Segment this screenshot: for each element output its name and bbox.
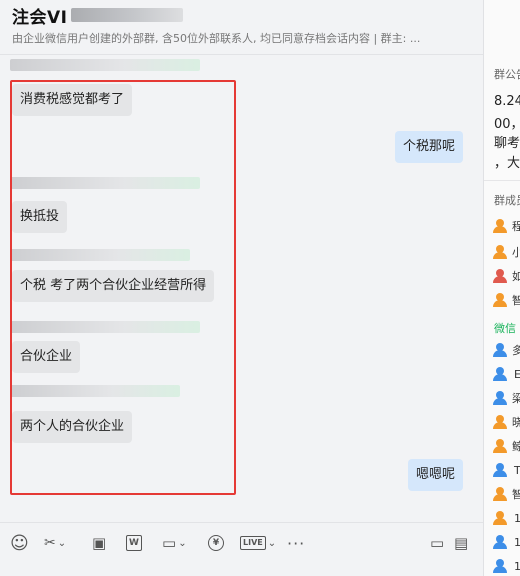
member-name: 鲸 — [512, 438, 520, 454]
message-bubble[interactable]: 个税那呢 — [395, 131, 464, 163]
member-item[interactable]: 多 — [493, 342, 520, 358]
title-row: 注会VI — [12, 3, 184, 28]
message-bubble[interactable]: 合伙企业 — [12, 341, 81, 373]
message-bubble[interactable]: 换抵投 — [12, 201, 68, 233]
user-icon — [493, 439, 507, 453]
member-item[interactable]: 程 — [493, 218, 520, 234]
member-item[interactable]: 梁 — [493, 390, 520, 406]
document-icon[interactable]: W — [126, 533, 142, 553]
blurred-title-suffix — [71, 8, 184, 22]
member-item[interactable]: 1 — [493, 534, 520, 550]
notice-line: 8.24 — [494, 94, 520, 109]
live-glyph: LIVE — [240, 536, 266, 550]
message-bubble[interactable]: 两个人的合伙企业 — [12, 411, 133, 443]
member-name: 1 — [514, 560, 520, 573]
member-item[interactable]: 晓 — [493, 414, 520, 430]
notice-line: ，大 — [494, 156, 520, 171]
group-subtitle: 由企业微信用户创建的外部群, 含50位外部联系人, 均已同意存档会话内容 | 群… — [12, 32, 421, 45]
member-item[interactable]: 1 — [493, 558, 520, 574]
input-toolbar: ☺ ✂ ⌄ ▣ W ▭ ⌄ ¥ LIVE ⌄ ··· ▭ ▤ — [0, 522, 483, 563]
scissors-icon: ✂ — [44, 535, 56, 551]
red-packet-icon[interactable]: ¥ — [208, 533, 224, 553]
screenshot-icon[interactable]: ✂ ⌄ — [44, 533, 66, 553]
member-item[interactable]: 智 — [493, 292, 520, 308]
member-item[interactable]: T — [493, 462, 520, 478]
folder-glyph: ▭ — [162, 534, 177, 552]
emoji-icon[interactable]: ☺ — [10, 533, 29, 554]
user-icon — [493, 559, 507, 573]
member-item[interactable]: 小 — [493, 244, 520, 260]
chevron-down-icon: ⌄ — [178, 537, 187, 549]
member-name: 程 — [512, 218, 520, 234]
group-title[interactable]: 注会VI — [12, 3, 67, 28]
member-name: 小 — [512, 244, 520, 260]
user-icon — [493, 219, 507, 233]
chat-header: 注会VI 由企业微信用户创建的外部群, 含50位外部联系人, 均已同意存档会话内… — [0, 0, 483, 55]
member-name: 智 — [512, 486, 520, 502]
user-icon — [493, 391, 507, 405]
notice-title[interactable]: 群公告 — [494, 66, 520, 82]
user-icon — [493, 463, 507, 477]
message-bubble[interactable]: 消费税感觉都考了 — [12, 84, 133, 116]
member-item[interactable]: 如 — [493, 268, 520, 284]
sidebar-toggle-icon[interactable]: ▤ — [454, 533, 468, 553]
user-icon — [493, 269, 507, 283]
word-icon: W — [126, 535, 142, 551]
live-icon[interactable]: LIVE ⌄ — [240, 533, 276, 553]
blurred-sender-name — [10, 321, 200, 333]
member-name: 晓 — [512, 414, 520, 430]
blurred-sender-name — [10, 385, 180, 397]
user-icon — [493, 487, 507, 501]
user-icon — [493, 293, 507, 307]
more-icon[interactable]: ··· — [287, 533, 305, 553]
member-item[interactable]: E — [493, 366, 520, 382]
chat-history-icon[interactable]: ▭ — [430, 533, 444, 553]
notice-line: 聊考 — [494, 136, 520, 151]
user-icon — [493, 415, 507, 429]
member-item[interactable]: 鲸 — [493, 438, 520, 454]
image-icon[interactable]: ▣ — [92, 533, 106, 553]
members-title[interactable]: 群成员 — [494, 192, 520, 208]
message-bubble[interactable]: 个税 考了两个合伙企业经营所得 — [12, 270, 215, 302]
money-icon: ¥ — [208, 535, 224, 551]
folder-icon[interactable]: ▭ ⌄ — [162, 533, 187, 553]
blurred-sender-name — [10, 249, 190, 261]
chevron-down-icon: ⌄ — [267, 537, 277, 549]
notice-line: 00， — [494, 117, 520, 132]
member-name: 1 — [514, 512, 520, 525]
user-icon — [493, 245, 507, 259]
member-name: 多 — [512, 342, 520, 358]
member-name: 如 — [512, 268, 520, 284]
user-icon — [493, 343, 507, 357]
message-bubble[interactable]: 嗯嗯呢 — [408, 459, 464, 491]
member-name: 梁 — [512, 390, 520, 406]
member-name: T — [514, 464, 520, 477]
member-name: E — [514, 368, 520, 381]
chevron-down-icon: ⌄ — [57, 537, 67, 549]
blurred-sender-name — [10, 177, 200, 189]
member-name: 1 — [514, 536, 520, 549]
member-item[interactable]: 1 — [493, 510, 520, 526]
message-list[interactable]: 消费税感觉都考了 个税那呢 换抵投 个税 考了两个合伙企业经营所得 合伙企业 两… — [0, 55, 483, 521]
blurred-sender-name — [10, 59, 200, 71]
member-name: 智 — [512, 292, 520, 308]
user-icon — [493, 535, 507, 549]
member-item[interactable]: 智 — [493, 486, 520, 502]
wechat-section-label: 微信 — [494, 322, 516, 335]
divider — [484, 180, 520, 181]
user-icon — [493, 511, 507, 525]
group-info-panel: 群公告 8.24 00， 聊考 ，大 群成员 程小如智多E梁晓鲸T智111 微信 — [483, 0, 520, 576]
user-icon — [493, 367, 507, 381]
